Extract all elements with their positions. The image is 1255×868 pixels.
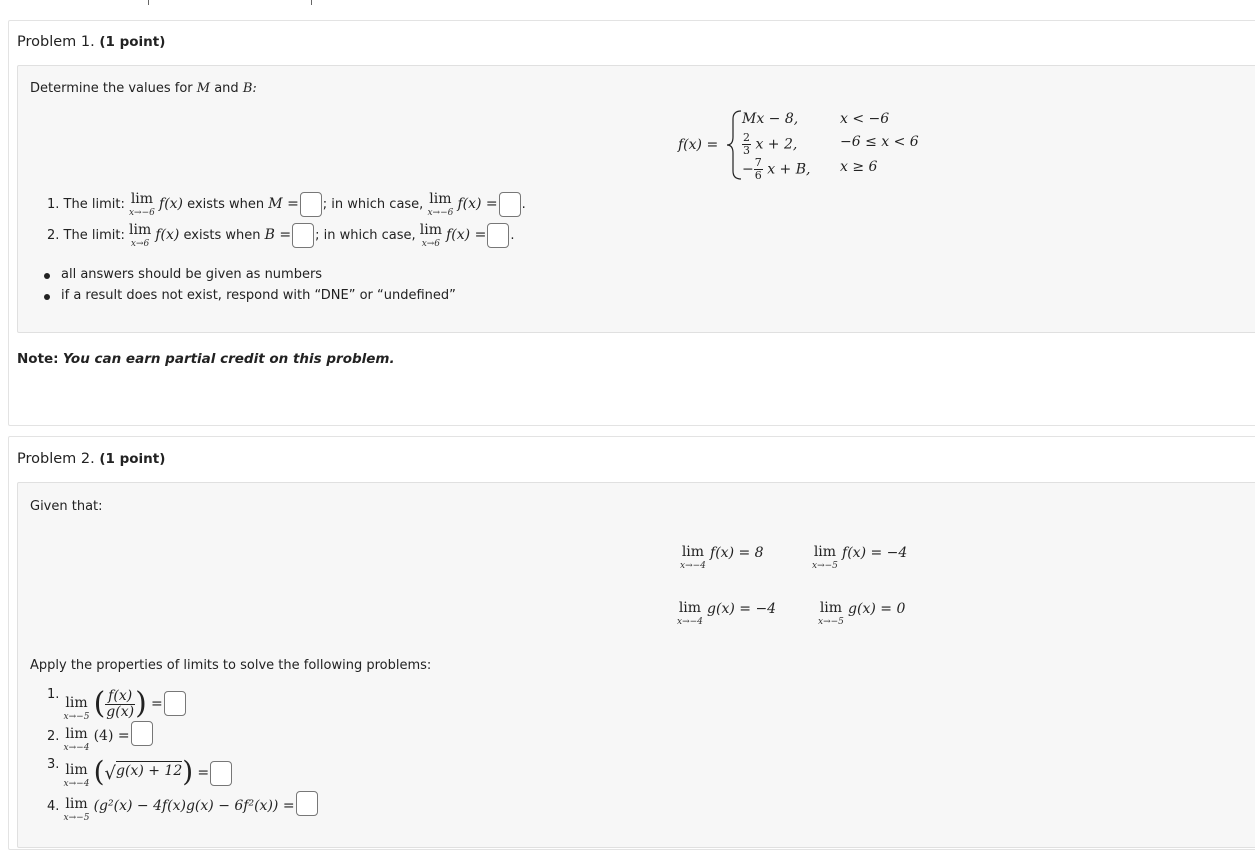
fx-label: f(x) = [678, 137, 719, 153]
partial-credit-note: Note: You can earn partial credit on thi… [17, 351, 395, 367]
note-text: You can earn partial credit on this prob… [62, 351, 395, 367]
apply-text: Apply the properties of limits to solve … [30, 658, 432, 673]
case-2-cond: −6 ≤ x < 6 [840, 134, 919, 150]
given-limit-3: lim x→−4 g(x) = −4 [677, 600, 777, 627]
case-3-cond: x ≥ 6 [840, 159, 878, 175]
intro-text: Determine the values for [30, 81, 193, 96]
case-1-cond: x < −6 [840, 111, 890, 127]
intro-and: and [214, 81, 239, 96]
given-limit-2: lim x→−5 f(x) = −4 [812, 544, 908, 571]
problem-points: (1 point) [99, 451, 166, 467]
problem-1-body: Determine the values for M and B: f(x) =… [17, 65, 1255, 333]
problem-title-text: Problem 2. [17, 451, 95, 467]
problem-2-body: Given that: lim x→−4 f(x) = 8 lim x→−5 f(x… [17, 482, 1255, 848]
problem-points: (1 point) [99, 34, 166, 50]
bullet-dot [44, 294, 50, 300]
top-edge [0, 0, 1255, 6]
problem-1-item-1: 1. The limit: lim x→−6 f(x) exists when M… [47, 191, 526, 218]
problem-2-card: Problem 2. (1 point) Given that: lim x→−4… [8, 436, 1255, 850]
answer-m-input[interactable] [299, 192, 322, 217]
bullet-item-2: if a result does not exist, respond with… [61, 288, 456, 303]
intro-var-m: M [196, 81, 211, 96]
problem-2-item-2: 2. lim x→−4 (4) = [47, 721, 154, 753]
case-2-expr: 23 x + 2, [742, 131, 798, 158]
answer-p2-4-input[interactable] [295, 791, 318, 816]
answer-limit-2-input[interactable] [487, 223, 510, 248]
bullet-item-1: all answers should be given as numbers [61, 267, 323, 282]
case-1-expr: Mx − 8, [742, 111, 799, 127]
problem-1-title: Problem 1. (1 point) [17, 34, 165, 50]
case-3-expr: −7 6 x + B, [742, 156, 811, 183]
problem-1-card: Problem 1. (1 point) Determine the value… [8, 20, 1255, 426]
problem-2-item-3: 3. lim x→−4 (√g(x) + 12) = [47, 757, 233, 791]
note-label: Note: [17, 351, 59, 367]
answer-limit-1-input[interactable] [498, 192, 521, 217]
problem-1-item-2: 2. The limit: lim x→6 f(x) exists when B … [47, 222, 515, 249]
answer-b-input[interactable] [292, 223, 315, 248]
problem-2-item-4: 4. lim x→−5 (g²(x) − 4f(x)g(x) − 6f²(x)) … [47, 791, 319, 823]
given-text: Given that: [30, 499, 103, 514]
answer-p2-2-input[interactable] [130, 721, 153, 746]
intro-var-b: B: [242, 81, 257, 96]
problem-1-intro: Determine the values for M and B: [30, 81, 257, 96]
top-divider-tick [148, 0, 149, 5]
problem-title-text: Problem 1. [17, 34, 95, 50]
given-limit-1: lim x→−4 f(x) = 8 [680, 544, 764, 571]
problem-2-title: Problem 2. (1 point) [17, 451, 165, 467]
top-divider-tick [311, 0, 312, 5]
given-limit-4: lim x→−5 g(x) = 0 [818, 600, 906, 627]
bullet-dot [44, 273, 50, 279]
problem-2-item-1: 1. lim x→−5 (f(x) g(x)) = [47, 687, 187, 722]
answer-p2-3-input[interactable] [210, 761, 233, 786]
answer-p2-1-input[interactable] [163, 691, 186, 716]
